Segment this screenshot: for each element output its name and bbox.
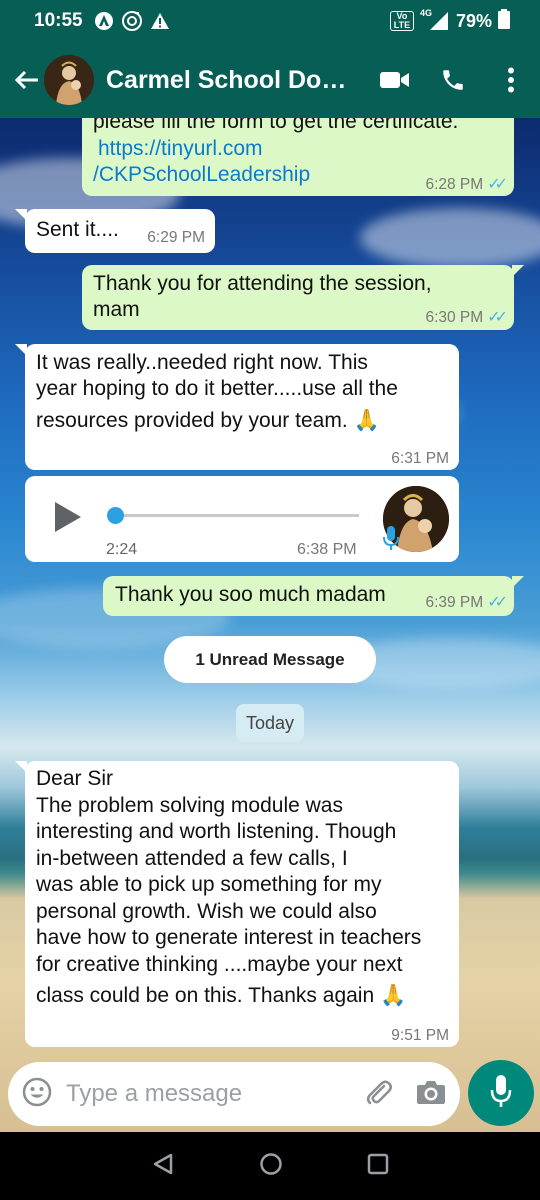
message-text: personal growth. Wish we could also: [36, 900, 377, 923]
message-text: It was really..needed right now. This: [36, 351, 368, 374]
message-text: resources provided by your team. 🙏: [36, 409, 380, 432]
message-input[interactable]: [66, 1080, 316, 1108]
app-notification-icon: [93, 10, 115, 32]
read-ticks-icon: ✓✓: [487, 309, 508, 326]
message-time: 6:28 PM: [425, 176, 484, 193]
message-text: class could be on this. Thanks again 🙏: [36, 984, 407, 1007]
status-bar: 10:55 Vo LTE 4G 79%: [0, 0, 540, 42]
nav-back-icon[interactable]: [151, 1152, 175, 1181]
contact-avatar[interactable]: [44, 55, 94, 105]
emoji-icon[interactable]: [22, 1077, 52, 1112]
message-bubble-incoming[interactable]: It was really..needed right now. This ye…: [15, 344, 459, 473]
warning-icon: [149, 10, 171, 32]
nav-recents-icon[interactable]: [367, 1153, 389, 1180]
message-time: 6:31 PM: [391, 450, 449, 467]
signal-icon: 4G: [420, 8, 450, 32]
message-text: Dear Sir: [36, 767, 114, 790]
system-nav-bar: [0, 1132, 540, 1200]
message-meta: 6:31 PM: [391, 446, 449, 473]
mic-icon: [490, 1074, 512, 1112]
battery-percent: 79%: [455, 10, 492, 31]
voice-message-bubble[interactable]: 2:24 6:38 PM: [25, 476, 459, 562]
message-text: Thank you soo much madam: [115, 583, 386, 606]
unread-messages-badge: 1 Unread Message: [164, 636, 376, 683]
message-time: 6:38 PM: [297, 541, 357, 558]
message-meta: 9:51 PM: [391, 1023, 449, 1050]
voice-call-icon[interactable]: [424, 52, 482, 108]
message-time: 6:29 PM: [147, 229, 205, 246]
date-separator: Today: [236, 704, 304, 742]
message-meta: 6:39 PM ✓✓: [425, 590, 508, 617]
back-arrow-icon[interactable]: [8, 62, 44, 98]
voice-progress-knob[interactable]: [107, 507, 124, 524]
message-text: Sent it....: [36, 218, 119, 241]
read-ticks-icon: ✓✓: [487, 594, 508, 611]
status-time: 10:55: [34, 10, 83, 31]
message-text: please fill the form to get the certific…: [93, 118, 459, 133]
message-link[interactable]: https://tinyurl.com: [98, 136, 263, 163]
status-notification-icons: [93, 10, 171, 32]
message-composer: [8, 1062, 460, 1126]
camera-icon[interactable]: [416, 1079, 446, 1110]
chat-header: Carmel School Dore...: [0, 42, 540, 118]
message-text: interesting and worth listening. Though: [36, 820, 397, 843]
voice-progress-track[interactable]: [113, 514, 359, 517]
chat-area[interactable]: please fill the form to get the certific…: [0, 118, 540, 1132]
message-text: year hoping to do it better.....use all …: [36, 377, 398, 400]
message-text: for creative thinking ....maybe your nex…: [36, 953, 403, 976]
message-bubble-incoming[interactable]: Dear Sir The problem solving module was …: [15, 761, 459, 1050]
message-text: was able to pick up something for my: [36, 873, 382, 896]
more-options-icon[interactable]: [482, 52, 540, 108]
voice-duration: 2:24: [106, 541, 138, 558]
message-time: 6:30 PM: [425, 309, 484, 326]
message-meta: 6:30 PM ✓✓: [425, 305, 508, 332]
mic-indicator-icon: [383, 526, 399, 558]
message-bubble-incoming[interactable]: Sent it.... 6:29 PM: [15, 209, 215, 253]
message-time: 6:39 PM: [425, 594, 484, 611]
message-text: have how to generate interest in teacher…: [36, 926, 422, 949]
volte-icon: Vo LTE: [389, 11, 414, 31]
battery-icon: [498, 8, 510, 34]
message-meta: 6:28 PM ✓✓: [425, 172, 508, 199]
read-ticks-icon: ✓✓: [487, 176, 508, 193]
message-link[interactable]: /CKPSchoolLeadership: [93, 162, 310, 189]
message-text: mam: [93, 298, 140, 321]
video-call-icon[interactable]: [366, 52, 424, 108]
message-bubble-outgoing[interactable]: Thank you soo much madam 6:39 PM ✓✓: [103, 576, 524, 617]
music-notification-icon: [121, 10, 143, 32]
message-bubble-outgoing[interactable]: please fill the form to get the certific…: [82, 118, 514, 196]
play-icon[interactable]: [55, 502, 81, 532]
message-text: in-between attended a few calls, I: [36, 847, 348, 870]
message-meta: 6:29 PM: [147, 225, 205, 252]
chat-title[interactable]: Carmel School Dore...: [106, 66, 354, 95]
message-bubble-outgoing[interactable]: Thank you for attending the session, mam…: [82, 265, 524, 332]
message-time: 9:51 PM: [391, 1027, 449, 1044]
status-system-icons: Vo LTE 4G 79%: [389, 8, 510, 34]
attach-icon[interactable]: [364, 1077, 394, 1112]
voice-record-button[interactable]: [468, 1060, 534, 1126]
message-text: The problem solving module was: [36, 794, 343, 817]
nav-home-icon[interactable]: [259, 1152, 283, 1181]
message-text: Thank you for attending the session,: [93, 272, 432, 295]
